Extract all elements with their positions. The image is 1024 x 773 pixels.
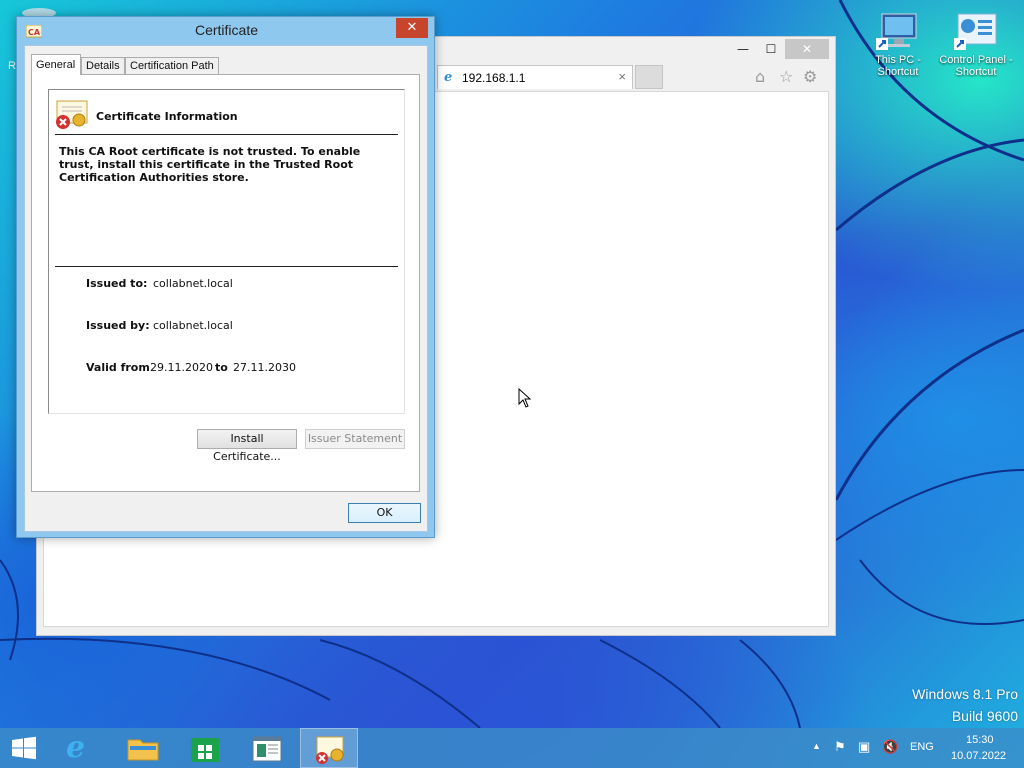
store-icon xyxy=(191,738,219,762)
desktop-icon-control-panel[interactable]: Control Panel - Shortcut xyxy=(936,12,1016,78)
tab-general[interactable]: General xyxy=(31,54,81,75)
desktop-icon-label: Shortcut xyxy=(877,66,919,78)
divider xyxy=(55,266,398,267)
taskbar-internet-explorer[interactable]: e xyxy=(52,728,110,768)
mouse-pointer-icon xyxy=(518,388,532,408)
valid-to-label: to xyxy=(215,361,228,374)
install-certificate-button[interactable]: Install Certificate... xyxy=(197,429,297,463)
certificate-info-frame: Certificate Information This CA Root cer… xyxy=(48,89,405,414)
taskbar-store[interactable] xyxy=(176,728,234,768)
dialog-close-button[interactable]: ✕ xyxy=(396,18,428,38)
language-indicator[interactable]: ENG xyxy=(910,741,934,753)
issuer-statement-button: Issuer Statement xyxy=(305,429,405,449)
minimize-button[interactable]: — xyxy=(729,39,757,59)
clock-date[interactable]: 10.07.2022 xyxy=(951,750,1006,762)
volume-muted-icon[interactable]: 🔇 xyxy=(882,739,898,755)
action-center-flag-icon[interactable]: ⚑ xyxy=(834,739,846,755)
control-panel-icon xyxy=(954,12,998,52)
divider xyxy=(55,134,398,135)
system-tray: ▲ ⚑ ▣ 🔇 ENG 15:30 10.07.2022 xyxy=(808,728,1024,768)
internet-explorer-icon: e xyxy=(444,70,453,85)
untrusted-certificate-icon xyxy=(55,100,89,134)
taskbar-file-explorer[interactable] xyxy=(114,728,172,768)
taskbar-document-viewer[interactable] xyxy=(238,728,296,768)
valid-from-label: Valid from xyxy=(86,361,150,374)
tab-certification-path[interactable]: Certification Path xyxy=(125,57,219,74)
computer-icon xyxy=(876,12,920,52)
maximize-button[interactable]: ☐ xyxy=(757,39,785,59)
general-tab-panel: Certificate Information This CA Root cer… xyxy=(31,74,420,492)
close-button[interactable]: ✕ xyxy=(785,39,829,59)
taskbar-certificate[interactable] xyxy=(300,728,358,768)
issued-to-label: Issued to: xyxy=(86,277,148,290)
tab-close-icon[interactable]: × xyxy=(618,69,626,84)
recycle-bin-label-fragment: R xyxy=(8,60,16,72)
ok-button[interactable]: OK xyxy=(348,503,421,523)
start-icon xyxy=(12,736,36,760)
windows-edition-watermark: Windows 8.1 Pro Build 9600 xyxy=(912,686,1018,724)
internet-explorer-icon: e xyxy=(66,730,86,765)
favorites-star-icon[interactable]: ☆ xyxy=(779,67,793,86)
issued-to-value: collabnet.local xyxy=(153,277,233,290)
clock-time[interactable]: 15:30 xyxy=(966,734,994,746)
desktop-icon-this-pc[interactable]: This PC - Shortcut xyxy=(858,12,938,78)
browser-tab[interactable]: e 192.168.1.1 × xyxy=(437,65,633,89)
valid-from-value: 29.11.2020 xyxy=(150,361,213,374)
start-button[interactable] xyxy=(0,728,48,768)
watermark-line: Build 9600 xyxy=(951,708,1018,724)
file-explorer-icon xyxy=(127,739,159,761)
tab-details[interactable]: Details xyxy=(81,57,125,74)
dialog-title: Certificate xyxy=(194,22,259,38)
new-tab-button[interactable] xyxy=(635,65,663,89)
info-heading: Certificate Information xyxy=(96,110,238,123)
desktop-icon-label: Shortcut xyxy=(955,66,997,78)
desktop-icon-label: This PC - xyxy=(875,54,921,66)
tab-title: 192.168.1.1 xyxy=(462,71,526,85)
watermark-line: Windows 8.1 Pro xyxy=(912,686,1018,702)
desktop-icon-label: Control Panel - xyxy=(939,54,1013,66)
trust-warning-text: This CA Root certificate is not trusted.… xyxy=(59,145,361,184)
issued-by-value: collabnet.local xyxy=(153,319,233,332)
document-viewer-icon xyxy=(252,736,282,762)
dialog-body: General Details Certification Path Certi… xyxy=(24,45,428,532)
certificate-dialog: CA Certificate ✕ General Details Certifi… xyxy=(16,16,435,538)
network-icon[interactable]: ▣ xyxy=(858,739,870,755)
valid-to-value: 27.11.2030 xyxy=(233,361,296,374)
issued-by-label: Issued by: xyxy=(86,319,150,332)
taskbar: e ▲ ⚑ ▣ 🔇 ENG 15:30 10.07.2022 xyxy=(0,728,1024,768)
settings-gear-icon[interactable]: ⚙ xyxy=(803,67,817,86)
certificate-icon xyxy=(316,736,344,764)
show-hidden-icons-chevron[interactable]: ▲ xyxy=(812,741,821,751)
home-icon[interactable]: ⌂ xyxy=(755,67,765,86)
